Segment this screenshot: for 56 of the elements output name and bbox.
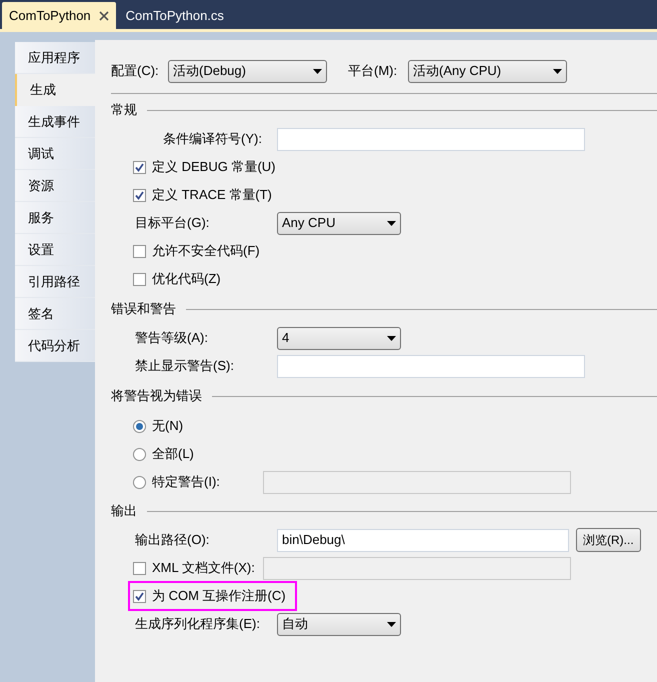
radio-label: 无(N) xyxy=(152,417,184,436)
checkbox[interactable] xyxy=(133,188,146,202)
checkbox-label: 允许不安全代码(F) xyxy=(152,242,260,260)
section-heading: 将警告视为错误 xyxy=(111,387,202,406)
label: 禁止显示警告(S): xyxy=(134,357,235,376)
input-field[interactable]: bin\Debug\ xyxy=(277,528,569,552)
caret-icon xyxy=(553,68,562,74)
label: 输出路径(O): xyxy=(134,531,210,550)
sidebar-tab[interactable]: 设置 xyxy=(15,234,95,266)
input-field[interactable] xyxy=(277,354,585,378)
document-tab[interactable]: ComToPython xyxy=(2,2,116,29)
dropdown[interactable]: 活动(Debug) xyxy=(168,60,327,82)
section-heading: 输出 xyxy=(111,502,137,520)
browse-button[interactable]: 浏览(R)... xyxy=(576,528,641,552)
checkbox-label: 定义 DEBUG 常量(U) xyxy=(152,158,276,176)
label: 平台(M): xyxy=(348,62,398,80)
label: 配置(C): xyxy=(111,62,160,80)
sidebar-tab[interactable]: 应用程序 xyxy=(15,42,95,74)
label: 条件编译符号(Y): xyxy=(162,130,263,148)
sidebar-tab[interactable]: 生成 xyxy=(15,74,96,106)
sidebar-tab[interactable]: 签名 xyxy=(15,298,95,330)
sidebar-tab[interactable]: 生成事件 xyxy=(15,106,95,138)
sidebar-tab[interactable]: 引用路径 xyxy=(15,266,95,298)
sidebar-tab[interactable]: 代码分析 xyxy=(15,330,95,362)
document-tab[interactable]: ComToPython.cs xyxy=(120,2,230,29)
caret-icon xyxy=(387,220,396,226)
sidebar-tab[interactable]: 调试 xyxy=(15,138,95,170)
dropdown[interactable]: 活动(Any CPU) xyxy=(408,60,567,82)
input-field[interactable] xyxy=(277,128,585,150)
checkbox[interactable] xyxy=(133,160,146,174)
label: 警告等级(A): xyxy=(134,329,209,348)
radio-button[interactable] xyxy=(133,420,146,432)
sidebar-tab[interactable]: 资源 xyxy=(15,170,95,202)
radio-label: 特定警告(I): xyxy=(152,473,221,492)
close-icon[interactable] xyxy=(98,10,109,20)
checkbox-label: XML 文档文件(X): xyxy=(152,559,255,578)
checkbox[interactable] xyxy=(133,590,146,602)
dropdown[interactable]: 自动 xyxy=(277,612,401,636)
radio-button[interactable] xyxy=(133,476,146,488)
checkbox-label: 为 COM 互操作注册(C) xyxy=(152,587,286,606)
caret-icon xyxy=(387,336,396,340)
label: 生成序列化程序集(E): xyxy=(134,615,261,634)
section-heading: 错误和警告 xyxy=(111,300,176,318)
checkbox-label: 优化代码(Z) xyxy=(152,270,221,288)
radio-label: 全部(L) xyxy=(152,445,194,464)
caret-icon xyxy=(387,622,396,626)
checkbox-label: 定义 TRACE 常量(T) xyxy=(152,186,272,204)
label: 目标平台(G): xyxy=(134,214,210,232)
dropdown[interactable]: Any CPU xyxy=(277,212,401,234)
section-heading: 常规 xyxy=(111,101,137,120)
checkbox[interactable] xyxy=(133,272,146,286)
sidebar-tab[interactable]: 服务 xyxy=(15,202,95,234)
radio-button[interactable] xyxy=(133,448,146,460)
dropdown[interactable]: 4 xyxy=(277,326,401,350)
caret-icon xyxy=(313,68,322,74)
checkbox[interactable] xyxy=(133,244,146,258)
